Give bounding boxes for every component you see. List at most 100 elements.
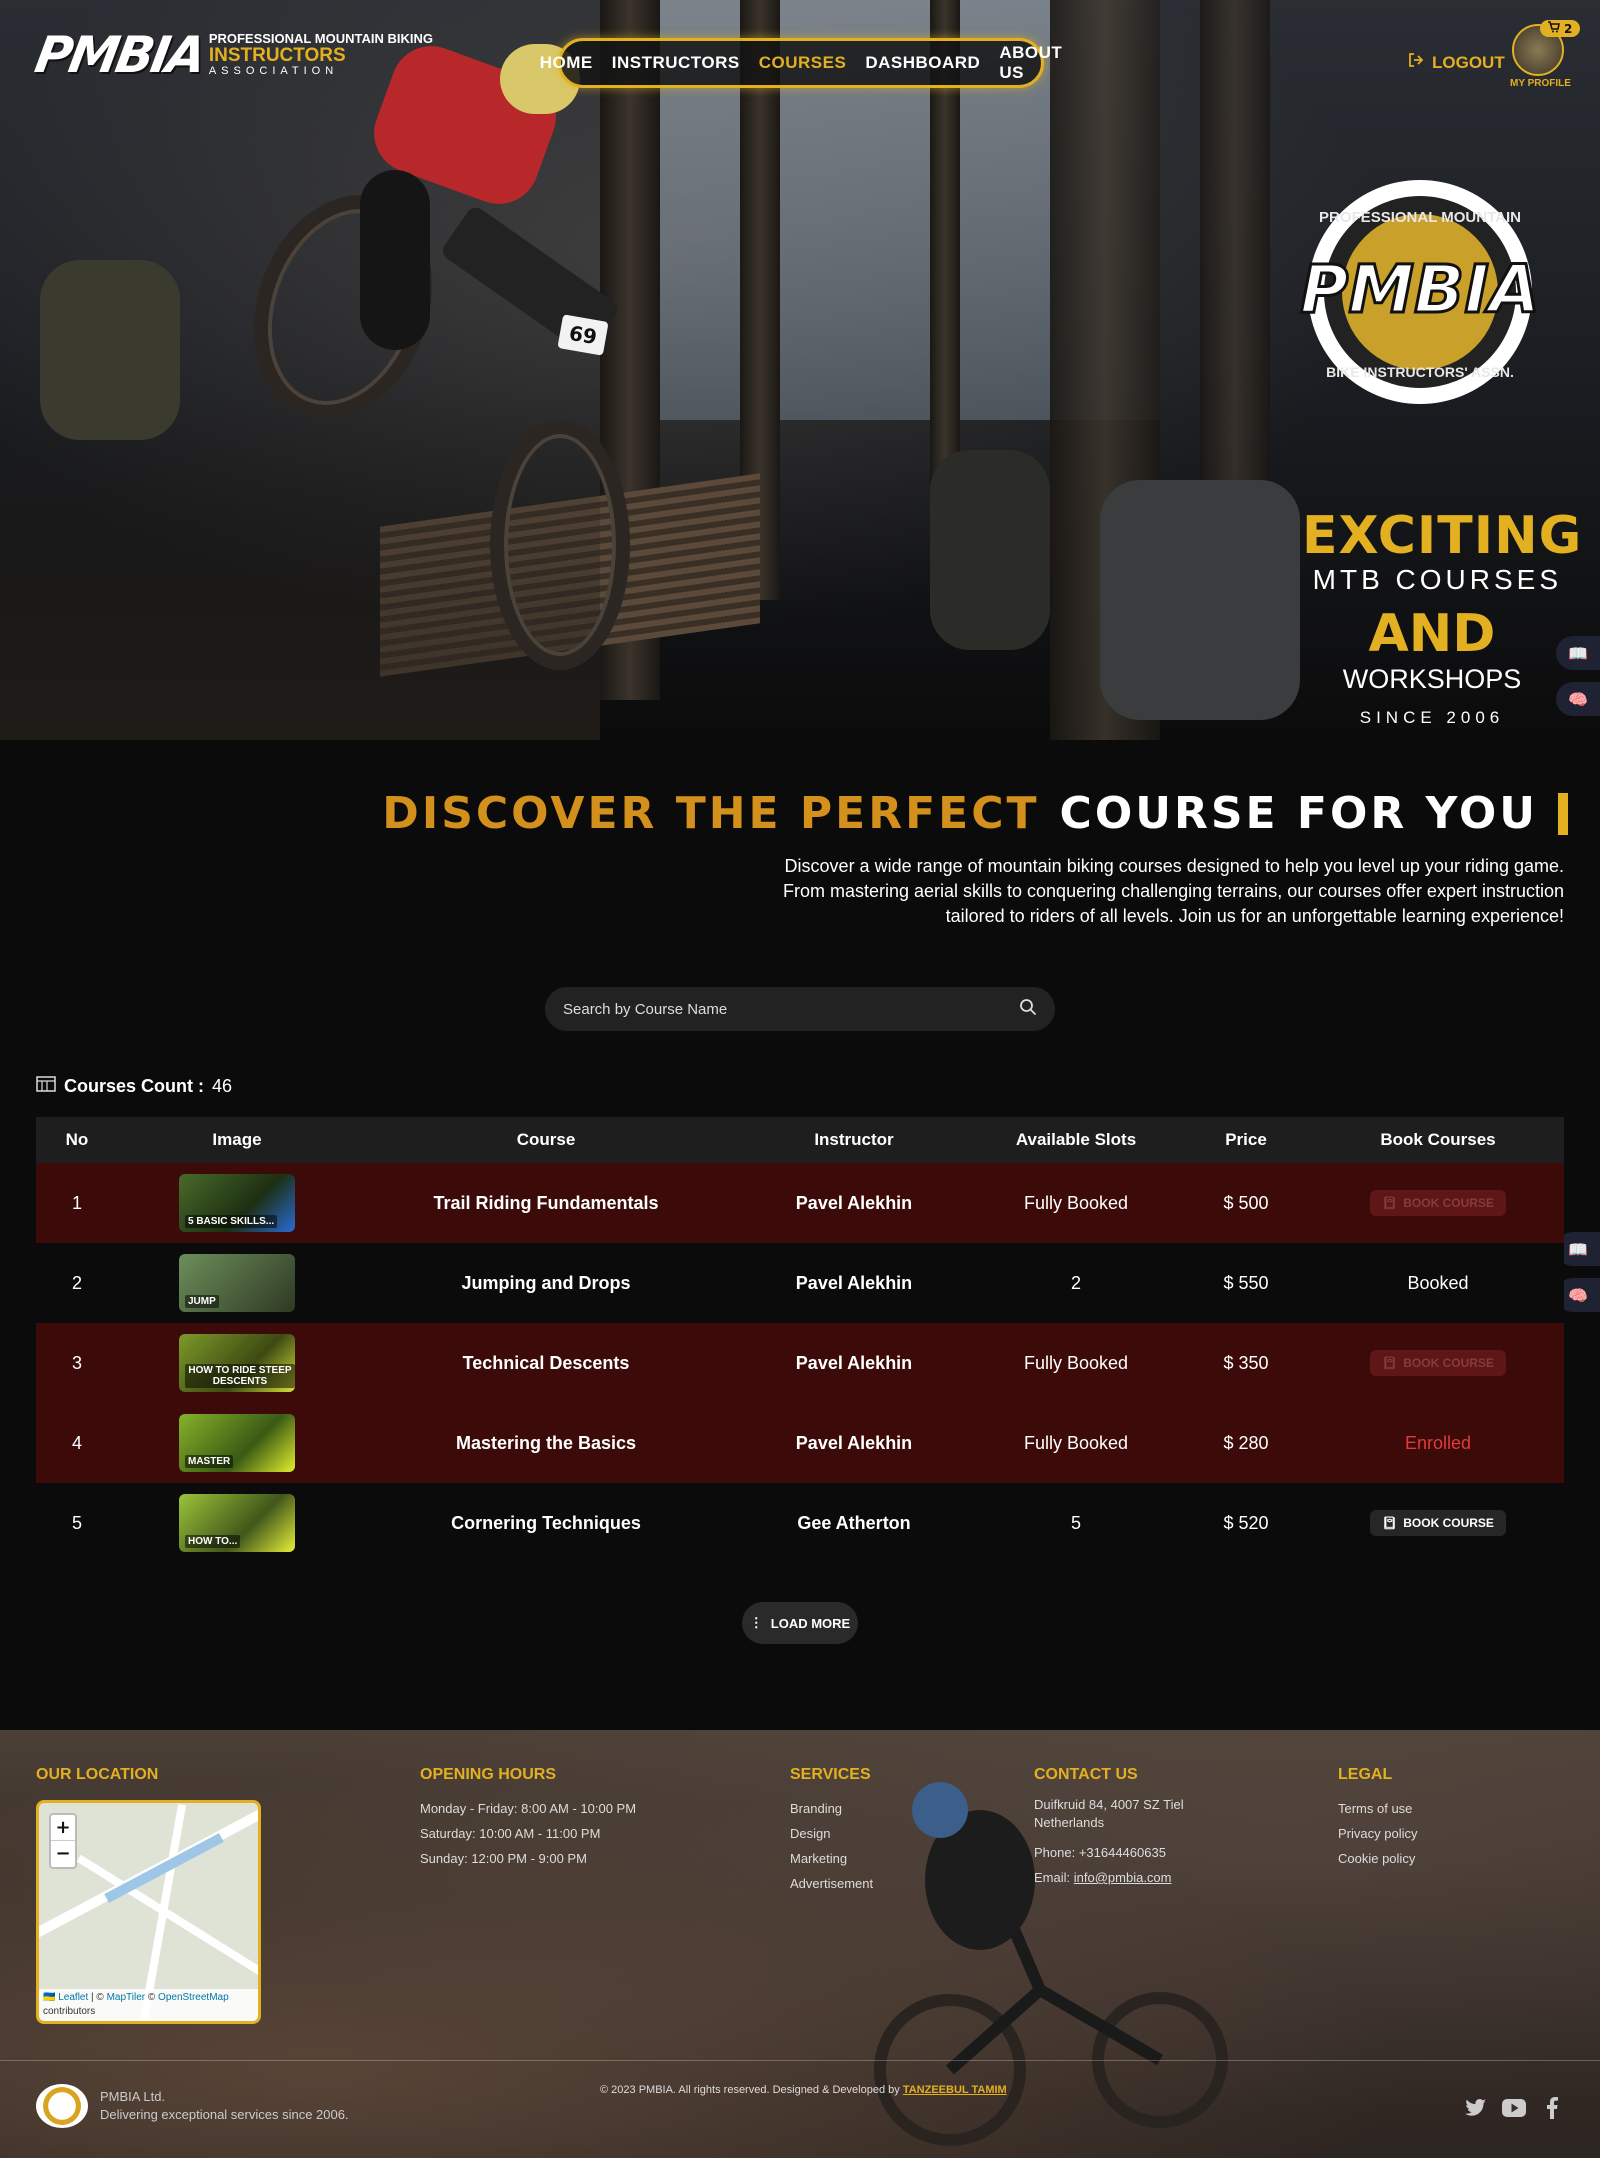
hours-sunday: Sunday: 12:00 PM - 9:00 PM [420, 1851, 587, 1866]
course-thumbnail[interactable]: HOW TO RIDE STEEP DESCENTS [179, 1334, 295, 1392]
spectator [40, 260, 180, 440]
book-icon: 📔︎ [1382, 1356, 1398, 1370]
course-thumbnail-cell: HOW TO... [118, 1494, 356, 1552]
tagline-workshops: WORKSHOPS [1342, 664, 1522, 694]
location-title: OUR LOCATION [36, 1766, 159, 1783]
copyright: © 2023 PMBIA. All rights reserved. Desig… [600, 2084, 1007, 2096]
hours-saturday: Saturday: 10:00 AM - 11:00 PM [420, 1826, 601, 1841]
legal-cookie[interactable]: Cookie policy [1338, 1846, 1417, 1871]
logout-button[interactable]: LOGOUT [1408, 52, 1505, 73]
email-label: Email: [1034, 1870, 1071, 1885]
course-name[interactable]: Trail Riding Fundamentals [356, 1193, 736, 1214]
typing-cursor [1558, 792, 1568, 835]
map-zoom-controls: + − [49, 1813, 77, 1869]
nav-courses[interactable]: COURSES [759, 53, 847, 73]
thumbnail-caption: HOW TO... [185, 1535, 241, 1548]
attr-sep: | © [88, 1992, 107, 2003]
nav-about-us[interactable]: ABOUT US [999, 43, 1062, 83]
location-map[interactable]: + − 🇺🇦 Leaflet | © MapTiler © OpenStreet… [36, 1800, 261, 2024]
ukraine-flag-icon: 🇺🇦 [43, 1992, 56, 2003]
footer-contact: CONTACT US Duifkruid 84, 4007 SZ Tiel Ne… [1034, 1766, 1214, 1890]
leaflet-link[interactable]: Leaflet [58, 1992, 88, 2003]
book-course-cell: 📔︎ BOOK COURSE [1312, 1510, 1564, 1536]
brain-icon: 🧠 [1568, 1285, 1588, 1305]
course-thumbnail-cell: 5 BASIC SKILLS... [118, 1174, 356, 1232]
book-icon: 📖 [1568, 643, 1588, 663]
course-thumbnail[interactable]: MASTER [179, 1414, 295, 1472]
zoom-out-button[interactable]: − [51, 1841, 75, 1867]
logo-line-1: PROFESSIONAL MOUNTAIN BIKING [208, 31, 433, 47]
course-thumbnail[interactable]: 5 BASIC SKILLS... [179, 1174, 295, 1232]
header-no: No [65, 1130, 89, 1149]
nav-instructors[interactable]: INSTRUCTORS [612, 53, 740, 73]
course-price: $ 550 [1223, 1272, 1269, 1293]
zoom-in-button[interactable]: + [51, 1815, 75, 1841]
discover-title: DISCOVER THE PERFECT COURSE FOR YOU [382, 788, 1568, 839]
courses-count-icon [36, 1074, 56, 1099]
load-more-button[interactable]: ⋮ LOAD MORE [742, 1602, 858, 1644]
search-icon[interactable] [1019, 998, 1037, 1020]
service-marketing[interactable]: Marketing [790, 1846, 873, 1871]
discover-description: Discover a wide range of mountain biking… [782, 856, 1564, 926]
course-thumbnail[interactable]: JUMP [179, 1254, 295, 1312]
tagline-mtb-courses: MTB COURSES [1312, 564, 1562, 595]
book-course-button: 📔︎ BOOK COURSE [1370, 1190, 1506, 1216]
book-course-button[interactable]: 📔︎ BOOK COURSE [1370, 1510, 1506, 1536]
book-icon: 📔︎ [1382, 1196, 1398, 1210]
maptiler-link[interactable]: MapTiler [107, 1992, 146, 2003]
cart-button[interactable]: 2 [1540, 20, 1581, 37]
instructor-name[interactable]: Pavel Alekhin [736, 1433, 972, 1454]
instructor-name[interactable]: Pavel Alekhin [736, 1273, 972, 1294]
table-body: 1 5 BASIC SKILLS... Trail Riding Fundame… [36, 1163, 1564, 1563]
hero-banner: 69 PMBIA PROFESSIONAL MOUNTAIN BIKE INST… [0, 0, 1600, 740]
spectator [930, 450, 1050, 650]
course-name[interactable]: Mastering the Basics [356, 1433, 736, 1454]
osm-link[interactable]: OpenStreetMap [158, 1992, 229, 2003]
nav-dashboard[interactable]: DASHBOARD [865, 53, 980, 73]
legal-terms[interactable]: Terms of use [1338, 1796, 1417, 1821]
nav-home[interactable]: HOME [540, 53, 593, 73]
service-branding[interactable]: Branding [790, 1796, 873, 1821]
race-plate: 69 [557, 314, 609, 356]
site-logo[interactable]: PMBIA PROFESSIONAL MOUNTAIN BIKING INSTR… [31, 26, 433, 84]
service-design[interactable]: Design [790, 1821, 873, 1846]
header-available-slots: Available Slots [1015, 1130, 1137, 1149]
badge-bottom-text: BIKE INSTRUCTORS' ASSN. [1326, 364, 1514, 380]
service-advertisement[interactable]: Advertisement [790, 1871, 873, 1896]
copyright-text: © 2023 PMBIA. All rights reserved. Desig… [600, 2084, 900, 2096]
logo-line-2: INSTRUCTORS [208, 45, 346, 67]
course-thumbnail[interactable]: HOW TO... [179, 1494, 295, 1552]
hero-tree [1200, 0, 1270, 520]
instructor-name[interactable]: Pavel Alekhin [736, 1353, 972, 1374]
header-price: Price [1225, 1130, 1267, 1149]
table-row: 4 MASTER Mastering the Basics Pavel Alek… [36, 1403, 1564, 1483]
legal-privacy[interactable]: Privacy policy [1338, 1821, 1417, 1846]
email-link[interactable]: info@pmbia.com [1074, 1870, 1172, 1885]
table-row: 3 HOW TO RIDE STEEP DESCENTS Technical D… [36, 1323, 1564, 1403]
course-name[interactable]: Cornering Techniques [356, 1513, 736, 1534]
course-name[interactable]: Jumping and Drops [356, 1273, 736, 1294]
contact-address: Duifkruid 84, 4007 SZ Tiel Netherlands [1034, 1797, 1184, 1830]
available-slots: 2 [1070, 1272, 1081, 1293]
services-title: SERVICES [790, 1766, 871, 1783]
book-course-label: BOOK COURSE [1403, 1356, 1494, 1370]
book-course-button: 📔︎ BOOK COURSE [1370, 1350, 1506, 1376]
book-course-cell: 📔︎ BOOK COURSE [1312, 1350, 1564, 1376]
twitter-icon[interactable] [1464, 2096, 1488, 2120]
bike-wheel-front [490, 420, 630, 670]
search-input[interactable] [563, 1000, 1019, 1018]
ai-widget-button[interactable]: 🧠 [1556, 682, 1600, 716]
hero-tagline: EXCITING MTB COURSES AND WORKSHOPS SINCE… [1302, 510, 1581, 726]
footer-divider [0, 2060, 1600, 2061]
instructor-name[interactable]: Pavel Alekhin [736, 1193, 972, 1214]
logout-icon [1408, 52, 1424, 73]
course-name[interactable]: Technical Descents [356, 1353, 736, 1374]
available-slots: 5 [1070, 1512, 1081, 1533]
instructor-name[interactable]: Gee Atherton [736, 1513, 972, 1534]
facebook-icon[interactable] [1540, 2096, 1564, 2120]
discover-title-gold: DISCOVER THE PERFECT [382, 788, 1040, 839]
developer-link[interactable]: TANZEEBUL TAMIM [903, 2084, 1007, 2096]
youtube-icon[interactable] [1502, 2096, 1526, 2120]
reader-widget-button[interactable]: 📖 [1556, 636, 1600, 670]
thumbnail-caption: 5 BASIC SKILLS... [185, 1215, 278, 1228]
